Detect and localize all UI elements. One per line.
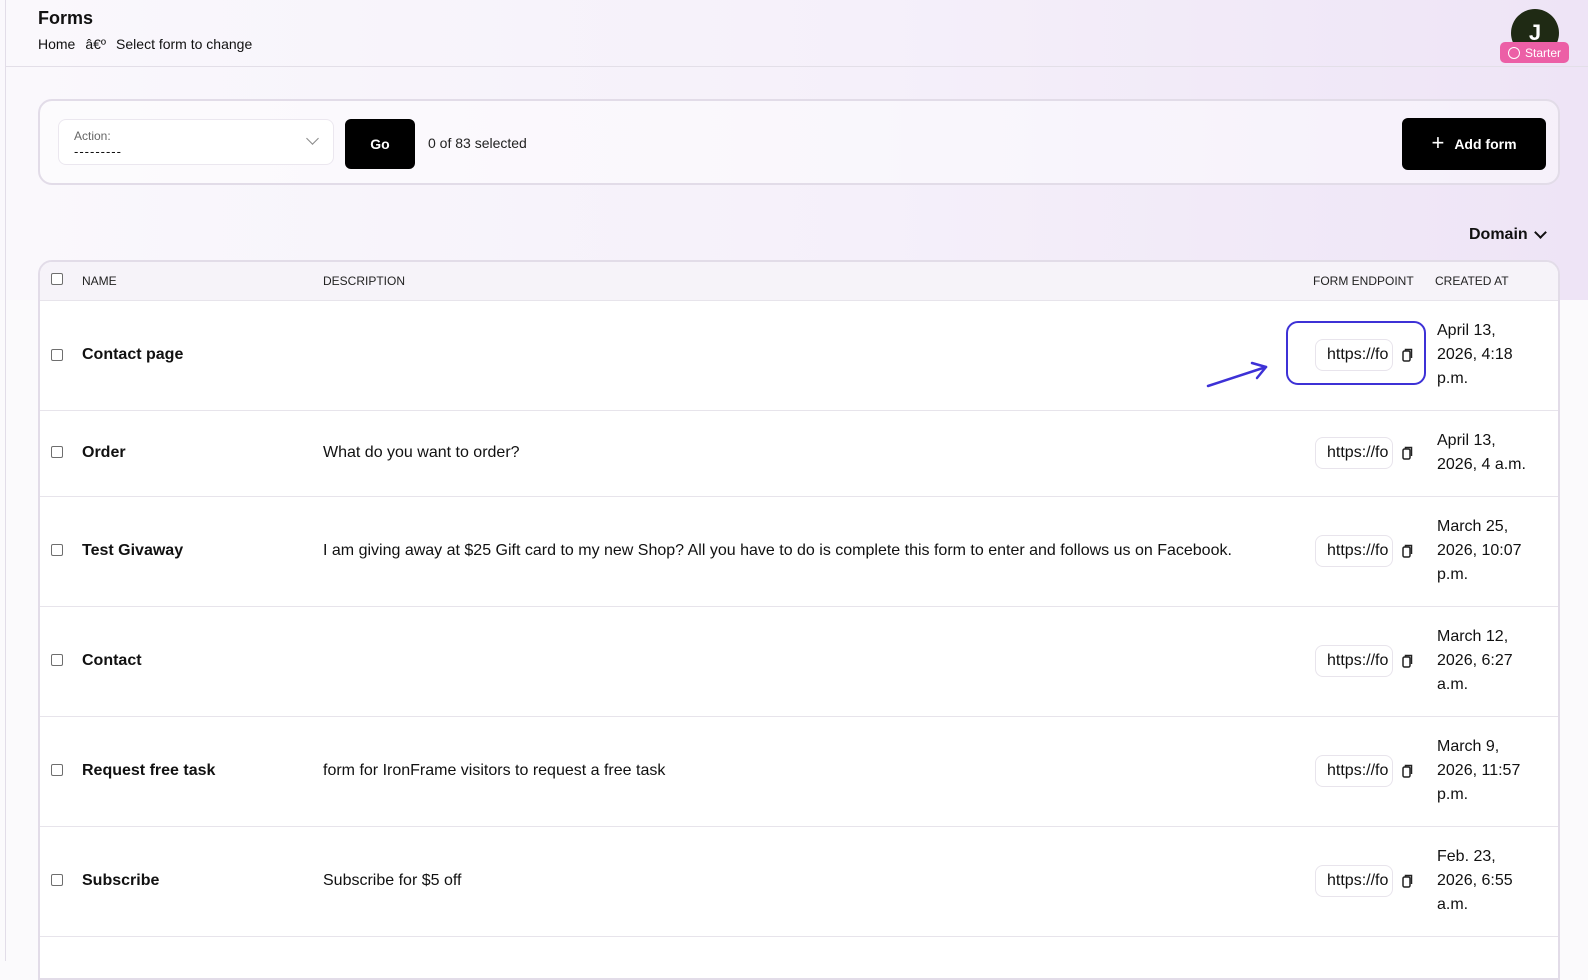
form-description: I am giving away at $25 Gift card to my … xyxy=(323,542,1232,559)
plan-icon xyxy=(1508,46,1520,59)
form-name-link[interactable]: Request free task xyxy=(82,762,215,780)
table-row: Order What do you want to order? https:/… xyxy=(40,410,1558,497)
add-form-button[interactable]: + Add form xyxy=(1402,118,1546,170)
form-description: form for IronFrame visitors to request a… xyxy=(323,762,666,779)
form-name-link[interactable]: Order xyxy=(82,444,126,462)
created-at: March 12, 2026, 6:27 a.m. xyxy=(1437,628,1513,693)
page-header: Forms Home â€º Select form to change xyxy=(6,0,1588,67)
form-endpoint-field[interactable]: https://fo xyxy=(1315,755,1393,787)
copy-icon[interactable] xyxy=(1400,544,1414,558)
created-at: March 9, 2026, 11:57 p.m. xyxy=(1437,738,1521,803)
form-description: What do you want to order? xyxy=(323,444,520,461)
row-checkbox[interactable] xyxy=(51,446,63,458)
annotation-highlight-box xyxy=(1286,321,1426,385)
plan-badge[interactable]: Starter xyxy=(1500,42,1570,63)
form-name-link[interactable]: Contact xyxy=(82,652,142,670)
copy-icon[interactable] xyxy=(1400,654,1414,668)
table-row xyxy=(40,936,1558,978)
created-at: April 13, 2026, 4:18 p.m. xyxy=(1437,322,1513,387)
action-select-label: Action: xyxy=(74,129,111,143)
chevron-down-icon xyxy=(1533,226,1547,239)
copy-icon[interactable] xyxy=(1400,874,1414,888)
breadcrumb-home-link[interactable]: Home xyxy=(38,36,75,52)
form-endpoint-field[interactable]: https://fo xyxy=(1315,645,1393,677)
form-name-link[interactable]: Contact page xyxy=(82,346,183,364)
go-button[interactable]: Go xyxy=(345,119,415,169)
plus-icon: + xyxy=(1431,130,1445,155)
table-row: Subscribe Subscribe for $5 off https://f… xyxy=(40,826,1558,937)
sidebar-divider xyxy=(5,0,6,961)
add-form-label: Add form xyxy=(1454,136,1517,152)
form-endpoint-field[interactable]: https://fo xyxy=(1315,535,1393,567)
breadcrumb-current: Select form to change xyxy=(116,36,253,52)
column-header-description[interactable]: Description xyxy=(323,274,405,288)
form-name-link[interactable]: Subscribe xyxy=(82,872,159,890)
form-endpoint-field[interactable]: https://fo xyxy=(1315,437,1393,469)
copy-icon[interactable] xyxy=(1400,446,1414,460)
table-header: Name Description Form endpoint Created a… xyxy=(40,262,1558,300)
domain-filter-label: Domain xyxy=(1469,226,1528,243)
table-row: Request free task form for IronFrame vis… xyxy=(40,716,1558,827)
page-title: Forms xyxy=(38,8,94,28)
selection-count: 0 of 83 selected xyxy=(428,135,527,151)
action-select-value: --------- xyxy=(74,144,122,159)
annotation-arrow xyxy=(1206,361,1268,388)
bulk-action-bar: Action: --------- Go 0 of 83 selected + … xyxy=(38,99,1560,185)
select-all-checkbox[interactable] xyxy=(51,273,63,285)
row-checkbox[interactable] xyxy=(51,764,63,776)
row-checkbox[interactable] xyxy=(51,544,63,556)
created-at: Feb. 23, 2026, 6:55 a.m. xyxy=(1437,848,1513,913)
column-header-created[interactable]: Created at xyxy=(1435,274,1509,288)
column-header-endpoint[interactable]: Form endpoint xyxy=(1313,274,1414,288)
form-endpoint-field[interactable]: https://fo xyxy=(1315,865,1393,897)
table-row: Test Givaway I am giving away at $25 Gif… xyxy=(40,496,1558,607)
domain-filter-dropdown[interactable]: Domain xyxy=(1469,226,1547,244)
created-at: March 25, 2026, 10:07 p.m. xyxy=(1437,518,1522,583)
column-header-name[interactable]: Name xyxy=(82,274,117,288)
plan-badge-label: Starter xyxy=(1525,45,1562,60)
form-description: Subscribe for $5 off xyxy=(323,872,462,889)
chevron-down-icon xyxy=(306,132,319,145)
form-name-link[interactable]: Test Givaway xyxy=(82,542,183,560)
copy-icon[interactable] xyxy=(1400,764,1414,778)
row-checkbox[interactable] xyxy=(51,874,63,886)
created-at: April 13, 2026, 4 a.m. xyxy=(1437,432,1526,473)
breadcrumb: Home â€º Select form to change xyxy=(38,36,252,52)
action-select[interactable]: Action: --------- xyxy=(58,119,334,165)
row-checkbox[interactable] xyxy=(51,349,63,361)
breadcrumb-separator: â€º xyxy=(85,36,107,52)
row-checkbox[interactable] xyxy=(51,654,63,666)
table-row: Contact https://fo March 12, 2026, 6:27 … xyxy=(40,606,1558,717)
